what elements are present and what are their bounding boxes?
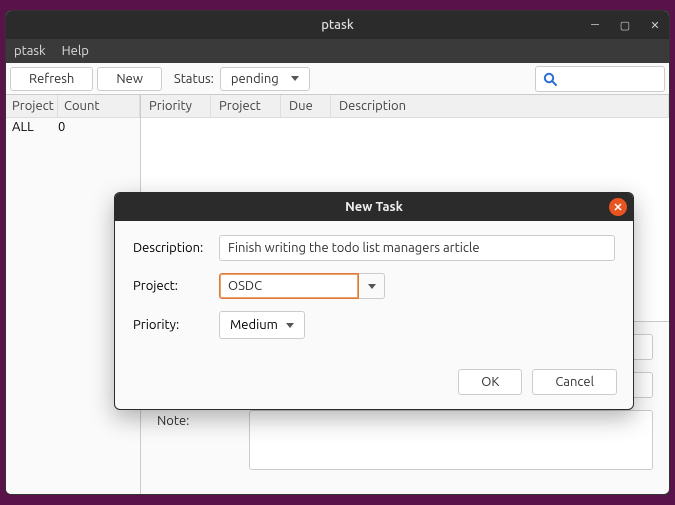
dialog-actions: OK Cancel xyxy=(115,363,633,409)
ok-button[interactable]: OK xyxy=(458,369,522,395)
priority-value: Medium xyxy=(230,318,278,332)
description-label: Description: xyxy=(133,241,211,255)
project-input[interactable] xyxy=(219,273,359,299)
chevron-down-icon xyxy=(286,323,294,328)
description-input[interactable] xyxy=(219,235,615,261)
new-task-dialog: New Task ✕ Description: Project: Pri xyxy=(114,192,634,410)
dialog-titlebar: New Task ✕ xyxy=(115,193,633,221)
chevron-down-icon xyxy=(368,284,376,289)
dialog-body: Description: Project: Priority: Medium xyxy=(115,221,633,363)
project-dropdown-button[interactable] xyxy=(359,273,385,299)
dialog-title: New Task xyxy=(345,200,403,214)
modal-overlay: New Task ✕ Description: Project: Pri xyxy=(0,0,675,505)
priority-select[interactable]: Medium xyxy=(219,311,305,339)
project-label: Project: xyxy=(133,279,211,293)
cancel-button[interactable]: Cancel xyxy=(532,369,617,395)
dialog-close-button[interactable]: ✕ xyxy=(609,198,627,216)
priority-label: Priority: xyxy=(133,318,211,332)
close-icon: ✕ xyxy=(613,201,622,214)
